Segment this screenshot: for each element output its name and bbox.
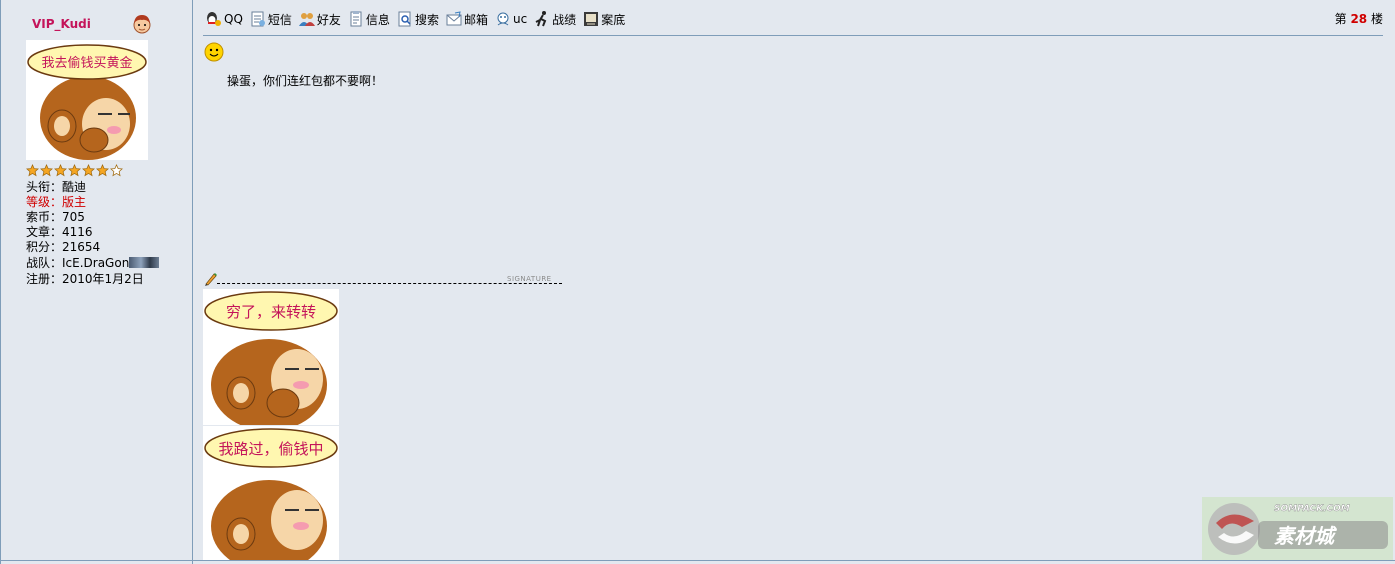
toolbar-uc-label: uc <box>512 12 528 26</box>
user-level: 等级：版主 <box>26 195 87 209</box>
toolbar-mail[interactable]: 邮箱 <box>445 10 488 28</box>
column-divider <box>192 0 193 564</box>
toolbar-info-label: 信息 <box>365 12 390 27</box>
male-user-icon <box>133 15 151 34</box>
signature-bubble-2: 我路过，偷钱中 <box>218 440 323 458</box>
floor-number: 第 28 楼 <box>1335 10 1383 27</box>
toolbar-info[interactable]: 信息 <box>347 10 390 28</box>
star-icon <box>82 164 95 177</box>
user-coins: 索币：705 <box>26 210 85 224</box>
monkey-signature-image-1: 穷了，来转转 <box>204 291 338 425</box>
team-badge-image <box>129 257 160 268</box>
post-toolbar: QQ 短信 好友 信息 搜索 邮箱 uc 战绩 案底 <box>205 8 631 30</box>
user-avatar[interactable]: 我去偷钱买黄金 <box>26 40 148 160</box>
toolbar-qq[interactable]: QQ <box>205 10 243 28</box>
star-icon <box>26 164 39 177</box>
monkey-signature-image-2: 我路过，偷钱中 <box>204 428 338 560</box>
user-posts: 文章：4116 <box>26 225 93 239</box>
toolbar-search-label: 搜索 <box>414 12 439 27</box>
toolbar-friends[interactable]: 好友 <box>298 10 341 28</box>
user-registered: 注册：2010年1月2日 <box>26 272 144 286</box>
floor-suffix: 楼 <box>1370 12 1383 26</box>
toolbar-mail-label: 邮箱 <box>463 12 488 27</box>
file-icon <box>584 12 599 26</box>
star-icon <box>110 164 123 177</box>
toolbar-file[interactable]: 案底 <box>582 10 625 28</box>
toolbar-record[interactable]: 战绩 <box>533 10 576 28</box>
watermark-url: SOMPACK.COM <box>1274 504 1350 514</box>
toolbar-divider <box>203 35 1383 36</box>
pencil-icon <box>205 273 217 286</box>
toolbar-record-label: 战绩 <box>552 12 577 27</box>
signature-label: SIGNATURE <box>507 275 552 283</box>
toolbar-friends-label: 好友 <box>316 12 341 27</box>
user-team: 战队：IcE.DraGon <box>26 256 160 271</box>
toolbar-uc[interactable]: uc <box>494 10 527 28</box>
record-icon <box>535 11 547 27</box>
signature-bubble-1: 穷了，来转转 <box>226 303 316 321</box>
toolbar-file-label: 案底 <box>601 12 626 27</box>
signature-image-1: 穷了，来转转 <box>203 289 339 425</box>
bottom-border <box>0 560 1395 561</box>
rank-stars <box>26 164 123 178</box>
uc-icon <box>497 12 509 26</box>
toolbar-search[interactable]: 搜索 <box>396 10 439 28</box>
signature-divider <box>217 283 562 284</box>
floor-number-value: 28 <box>1350 12 1368 26</box>
left-border <box>0 0 1 564</box>
star-icon <box>54 164 67 177</box>
friends-icon <box>298 13 315 26</box>
toolbar-qq-label: QQ <box>224 12 243 26</box>
user-title: 头衔：酷迪 <box>26 180 87 194</box>
avatar-bubble-text: 我去偷钱买黄金 <box>41 55 132 71</box>
star-icon <box>96 164 109 177</box>
signature-image-2: 我路过，偷钱中 <box>203 426 339 560</box>
star-icon <box>40 164 53 177</box>
info-icon <box>350 11 362 27</box>
message-icon <box>251 11 265 27</box>
monkey-avatar-image: 我去偷钱买黄金 <box>27 44 147 160</box>
qq-icon <box>207 12 221 26</box>
toolbar-message-label: 短信 <box>267 12 292 27</box>
site-watermark-logo: SOMPACK.COM 素材城 <box>1202 497 1393 560</box>
watermark-brand: 素材城 <box>1274 524 1337 548</box>
mail-icon <box>446 11 462 26</box>
floor-prefix: 第 <box>1334 12 1347 26</box>
star-icon <box>68 164 81 177</box>
user-team-label: 战队：IcE.DraGon <box>26 256 130 270</box>
user-points: 积分：21654 <box>26 240 101 254</box>
user-profile-sidebar: VIP_Kudi 我去偷钱买黄金 头衔：酷迪 等级：版主 索币：705 文章：4… <box>2 0 191 564</box>
smiley-icon <box>204 42 224 62</box>
search-icon <box>398 11 411 27</box>
username-link[interactable]: VIP_Kudi <box>32 17 91 31</box>
post-content: 操蛋，你们连红包都不要啊！ <box>227 74 384 88</box>
toolbar-message[interactable]: 短信 <box>249 10 292 28</box>
